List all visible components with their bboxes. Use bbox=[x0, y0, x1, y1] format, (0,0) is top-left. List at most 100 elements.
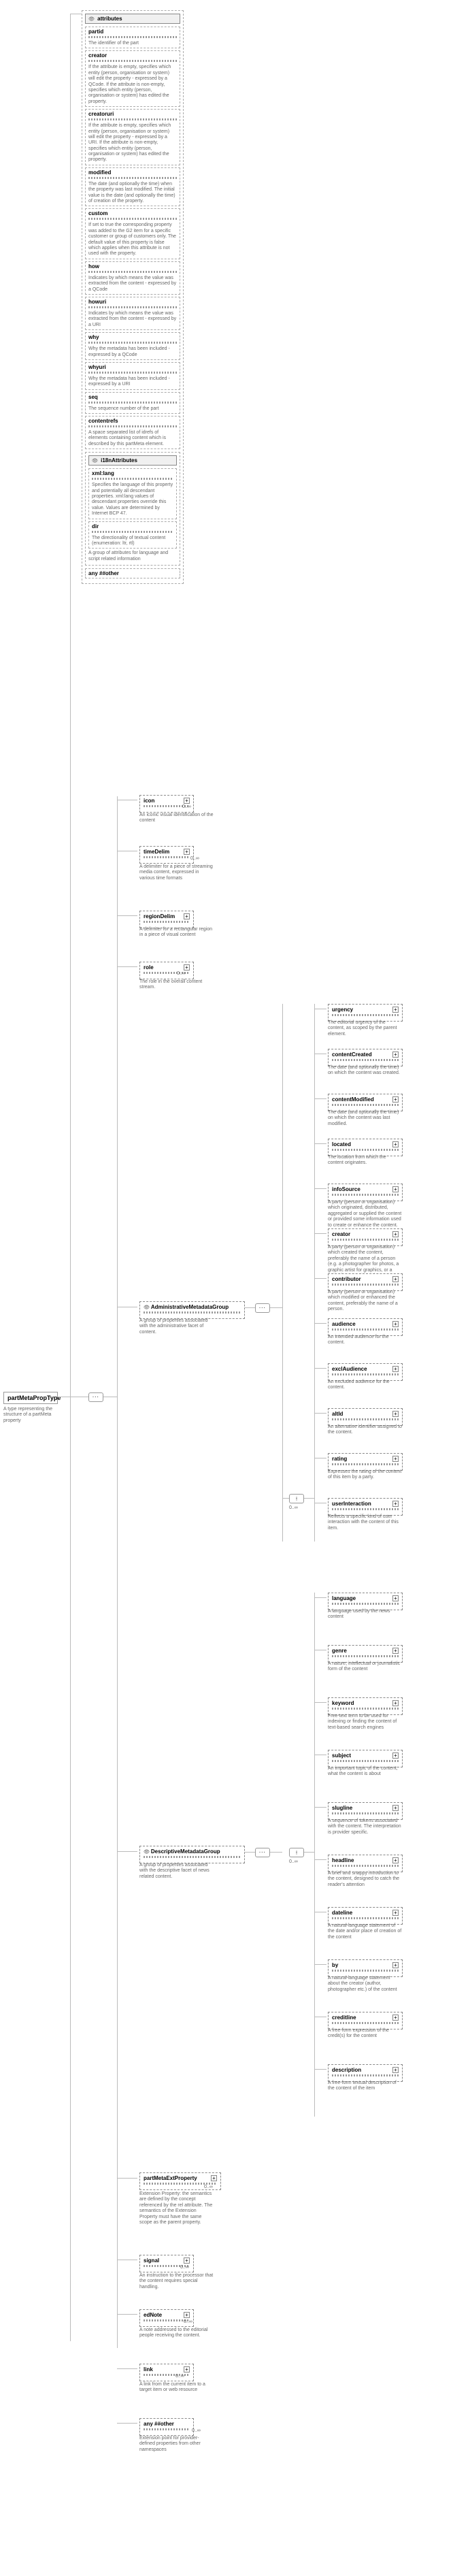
element-desc: An important topic of the content; what … bbox=[328, 1766, 403, 1778]
signal-element[interactable]: signal + bbox=[139, 2255, 194, 2272]
expand-icon[interactable]: + bbox=[392, 1700, 399, 1706]
expand-icon[interactable]: + bbox=[392, 1910, 399, 1916]
admin-item-exclAudience[interactable]: exclAudience+ bbox=[328, 1363, 403, 1381]
element-desc: A sequence of tokens associated with the… bbox=[328, 1819, 403, 1836]
admin-group-desc: A group of properties associated with th… bbox=[139, 1318, 214, 1335]
element-desc: A brief and snappy introduction to the c… bbox=[328, 1871, 403, 1888]
i18n-attribute-xml-lang[interactable]: xml:langSpecifies the language of this p… bbox=[88, 468, 177, 519]
admin-item-contentModified[interactable]: contentModified+ bbox=[328, 1094, 403, 1111]
any-other-attr-box[interactable]: any ##other bbox=[85, 568, 180, 578]
desc-item-by[interactable]: by+ bbox=[328, 1959, 403, 1977]
expand-icon[interactable]: + bbox=[392, 1366, 399, 1372]
expand-icon[interactable]: + bbox=[392, 1276, 399, 1282]
element-name: contributor bbox=[332, 1276, 361, 1282]
element-name: userInteraction bbox=[332, 1501, 371, 1507]
expand-icon[interactable]: + bbox=[392, 1096, 399, 1103]
desc-item-description[interactable]: description+ bbox=[328, 2064, 403, 2082]
expand-icon[interactable]: + bbox=[392, 1456, 399, 1462]
admin-item-altId[interactable]: altId+ bbox=[328, 1408, 403, 1426]
expand-icon[interactable]: + bbox=[392, 2015, 399, 2021]
attribute-desc: Why the metadata has been included - exp… bbox=[88, 376, 177, 388]
attribute-name: creatoruri bbox=[88, 111, 177, 117]
expand-icon[interactable]: + bbox=[392, 1805, 399, 1811]
attribute-howuri[interactable]: howuriIndicates by which means the value… bbox=[85, 297, 180, 330]
expand-icon[interactable]: + bbox=[184, 913, 190, 919]
desc-occur: 0..∞ bbox=[289, 1859, 298, 1864]
desc-item-keyword[interactable]: keyword + bbox=[328, 1697, 403, 1715]
attribute-modified[interactable]: modifiedThe date (and optionally the tim… bbox=[85, 167, 180, 207]
expand-icon[interactable]: + bbox=[184, 2312, 190, 2318]
expand-icon[interactable]: + bbox=[392, 1752, 399, 1759]
attribute-contentrefs[interactable]: contentrefsA space separated list of idr… bbox=[85, 416, 180, 449]
expand-icon[interactable]: + bbox=[184, 849, 190, 855]
ednote-element[interactable]: edNote + bbox=[139, 2309, 194, 2327]
admin-item-located[interactable]: located+ bbox=[328, 1139, 403, 1156]
expand-icon[interactable]: + bbox=[392, 1141, 399, 1147]
expand-icon[interactable]: + bbox=[392, 1007, 399, 1013]
admin-item-rating[interactable]: rating+ bbox=[328, 1453, 403, 1471]
element-desc: Reflects a specific kind of user interac… bbox=[328, 1514, 403, 1531]
expand-icon[interactable]: + bbox=[184, 2257, 190, 2264]
expand-icon[interactable]: + bbox=[392, 2067, 399, 2073]
icon-element[interactable]: icon + bbox=[139, 795, 194, 813]
desc-item-slugline[interactable]: slugline+ bbox=[328, 1802, 403, 1820]
icon-desc: An iconic visual identification of the c… bbox=[139, 813, 214, 824]
connector bbox=[117, 966, 137, 967]
desc-item-headline[interactable]: headline+ bbox=[328, 1855, 403, 1872]
i18n-group-header[interactable]: i18nAttributes bbox=[88, 455, 177, 466]
expand-icon[interactable]: + bbox=[184, 964, 190, 971]
admin-item-contentCreated[interactable]: contentCreated+ bbox=[328, 1049, 403, 1066]
connector bbox=[314, 1004, 315, 1542]
expand-icon[interactable]: + bbox=[392, 1648, 399, 1654]
expand-icon[interactable]: + bbox=[392, 1186, 399, 1192]
attribute-desc: A space separated list of idrefs of elem… bbox=[88, 430, 177, 447]
role-element[interactable]: role + bbox=[139, 962, 194, 979]
expand-icon[interactable]: + bbox=[392, 1231, 399, 1237]
element-desc: A nature, intellectual or journalistic f… bbox=[328, 1661, 403, 1673]
root-type-box[interactable]: partMetaPropType bbox=[3, 1392, 58, 1404]
desc-item-creditline[interactable]: creditline+ bbox=[328, 2012, 403, 2029]
desc-item-subject[interactable]: subject+ bbox=[328, 1750, 403, 1767]
desc-item-genre[interactable]: genre+ bbox=[328, 1645, 403, 1663]
admin-item-creator[interactable]: creator+ bbox=[328, 1228, 403, 1246]
admin-item-userInteraction[interactable]: userInteraction + bbox=[328, 1498, 403, 1516]
attribute-creator[interactable]: creatorIf the attribute is empty, specif… bbox=[85, 50, 180, 107]
expand-icon[interactable]: + bbox=[211, 2175, 217, 2181]
attribute-partid[interactable]: partidThe identifier of the part bbox=[85, 27, 180, 48]
desc-item-language[interactable]: language+ bbox=[328, 1593, 403, 1610]
signal-occur: 0..∞ bbox=[180, 2265, 189, 2270]
desc-group-box[interactable]: DescriptiveMetadataGroup bbox=[139, 1846, 245, 1863]
i18n-attribute-dir[interactable]: dirThe directionality of textual content… bbox=[88, 521, 177, 549]
i18n-footer-desc: A group of attributes for language and s… bbox=[88, 551, 177, 562]
any-other-element[interactable]: any ##other bbox=[139, 2418, 194, 2436]
attribute-seq[interactable]: seqThe sequence number of the part bbox=[85, 392, 180, 414]
expand-icon[interactable]: + bbox=[184, 2366, 190, 2373]
admin-group-box[interactable]: AdministrativeMetadataGroup bbox=[139, 1301, 245, 1319]
admin-item-contributor[interactable]: contributor + bbox=[328, 1273, 403, 1291]
expand-icon[interactable]: + bbox=[392, 1595, 399, 1601]
element-name: keyword bbox=[332, 1700, 354, 1706]
attribute-creatoruri[interactable]: creatoruriIf the attribute is empty, spe… bbox=[85, 109, 180, 165]
timedelim-element[interactable]: timeDelim + bbox=[139, 846, 194, 864]
expand-icon[interactable]: + bbox=[392, 1321, 399, 1327]
attribute-whyuri[interactable]: whyuriWhy the metadata has been included… bbox=[85, 362, 180, 390]
admin-item-infoSource[interactable]: infoSource+ bbox=[328, 1184, 403, 1201]
expand-icon[interactable]: + bbox=[392, 1857, 399, 1863]
expand-icon[interactable]: + bbox=[392, 1962, 399, 1968]
expand-icon[interactable]: + bbox=[392, 1501, 399, 1507]
root-type-name: partMetaPropType bbox=[7, 1395, 61, 1401]
link-element[interactable]: link + bbox=[139, 2364, 194, 2381]
desc-item-dateline[interactable]: dateline+ bbox=[328, 1907, 403, 1925]
attribute-custom[interactable]: customIf set to true the corresponding p… bbox=[85, 208, 180, 259]
attribute-how[interactable]: howIndicates by which means the value wa… bbox=[85, 261, 180, 295]
admin-group-name: AdministrativeMetadataGroup bbox=[144, 1304, 229, 1310]
regiondelim-element[interactable]: regionDelim + bbox=[139, 911, 194, 928]
expand-icon[interactable]: + bbox=[392, 1411, 399, 1417]
admin-item-urgency[interactable]: urgency+ bbox=[328, 1004, 403, 1022]
expand-icon[interactable]: + bbox=[184, 798, 190, 804]
expand-icon[interactable]: + bbox=[392, 1051, 399, 1058]
attribute-why[interactable]: whyWhy the metadata has been included - … bbox=[85, 332, 180, 360]
attributes-group-header[interactable]: attributes bbox=[85, 14, 180, 24]
admin-item-audience[interactable]: audience+ bbox=[328, 1318, 403, 1336]
connector bbox=[314, 1098, 326, 1099]
